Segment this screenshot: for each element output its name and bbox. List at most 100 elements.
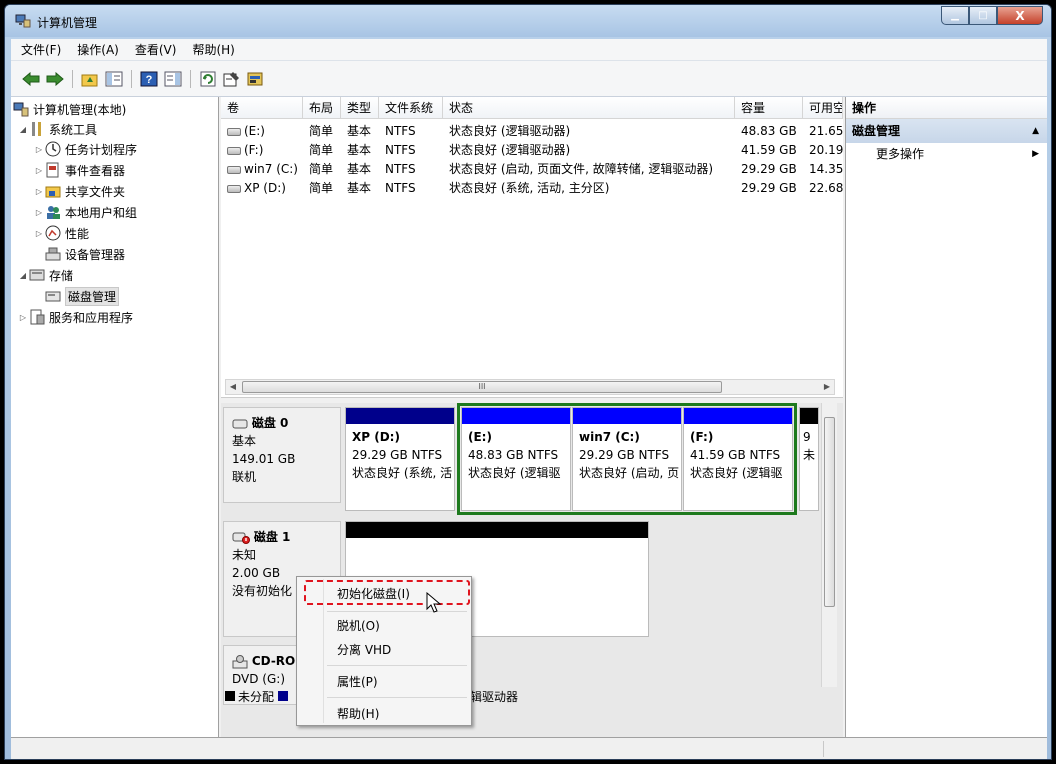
volume-free-space: 14.35: [809, 162, 843, 176]
close-button[interactable]: X: [997, 6, 1043, 25]
disk-settings-button[interactable]: [246, 69, 266, 89]
column-header-free-space[interactable]: 可用空: [803, 97, 843, 118]
column-header-volume[interactable]: 卷: [221, 97, 303, 118]
volume-capacity: 29.29 GB: [741, 162, 797, 176]
tree-item-root[interactable]: 计算机管理(本地): [13, 99, 126, 119]
forward-button[interactable]: [45, 69, 65, 89]
collapsed-arrow-icon[interactable]: ▷: [33, 166, 45, 175]
partition-unallocated[interactable]: 9 未: [799, 407, 819, 511]
window-title: 计算机管理: [37, 16, 98, 30]
scrollbar-thumb[interactable]: III: [242, 381, 722, 393]
unallocated-bar: [346, 522, 648, 538]
tree-item-device-manager[interactable]: 设备管理器: [45, 244, 125, 264]
expanded-arrow-icon[interactable]: ◢: [17, 125, 29, 134]
show-hide-tree-button[interactable]: [104, 69, 124, 89]
tree-item-event-viewer[interactable]: ▷ 事件查看器: [33, 160, 125, 180]
table-row[interactable]: win7 (C:) 简单 基本 NTFS 状态良好 (启动, 页面文件, 故障转…: [221, 160, 843, 179]
minimize-button[interactable]: ▁: [941, 6, 969, 25]
scroll-left-arrow-icon[interactable]: ◀: [226, 380, 240, 394]
tools-icon: [32, 122, 41, 136]
tree-item-services-apps[interactable]: ▷ 服务和应用程序: [17, 307, 133, 327]
show-hide-action-pane-button[interactable]: [163, 69, 183, 89]
tree-label: 服务和应用程序: [49, 310, 134, 325]
column-header-filesystem[interactable]: 文件系统: [379, 97, 443, 118]
back-arrow-icon: [22, 71, 40, 86]
actions-section-disk-management[interactable]: 磁盘管理 ▲: [846, 119, 1047, 143]
collapsed-arrow-icon[interactable]: ▷: [33, 208, 45, 217]
refresh-button[interactable]: [198, 69, 218, 89]
menu-item-detach-vhd[interactable]: 分离 VHD: [337, 641, 391, 658]
collapsed-arrow-icon[interactable]: ▷: [33, 145, 45, 154]
disk-size: 149.01 GB: [232, 452, 296, 466]
tree-item-performance[interactable]: ▷ 性能: [33, 223, 89, 243]
tree-item-local-users[interactable]: ▷ 本地用户和组: [33, 202, 137, 222]
scrollbar-grip: III: [478, 382, 486, 391]
hard-disk-icon: [232, 419, 248, 428]
partition-xp-d[interactable]: XP (D:) 29.29 GB NTFS 状态良好 (系统, 活: [345, 407, 455, 511]
close-icon: X: [1015, 8, 1025, 23]
table-row[interactable]: XP (D:) 简单 基本 NTFS 状态良好 (系统, 活动, 主分区) 29…: [221, 179, 843, 198]
column-header-status[interactable]: 状态: [443, 97, 735, 118]
legend-unallocated: 未分配: [238, 689, 275, 704]
uninitialized-disk-icon: [232, 532, 250, 544]
column-header-capacity[interactable]: 容量: [735, 97, 803, 118]
expanded-arrow-icon[interactable]: ◢: [17, 271, 29, 280]
menu-view[interactable]: 查看(V): [135, 41, 177, 58]
submenu-arrow-icon: ▶: [1032, 149, 1039, 159]
menu-item-help[interactable]: 帮助(H): [337, 705, 379, 722]
table-row[interactable]: (F:) 简单 基本 NTFS 状态良好 (逻辑驱动器) 41.59 GB 20…: [221, 141, 843, 160]
maximize-button[interactable]: □: [969, 6, 997, 25]
status-bar-divider: [823, 741, 824, 757]
volume-name: (E:): [244, 124, 265, 138]
tree-item-task-scheduler[interactable]: ▷ 任务计划程序: [33, 139, 137, 159]
disk-management-icon: [45, 291, 61, 302]
disk-view-vertical-scrollbar[interactable]: [821, 403, 837, 687]
menu-help[interactable]: 帮助(H): [192, 41, 234, 58]
legend-swatch-unallocated: [225, 691, 235, 701]
help-button[interactable]: ?: [139, 69, 159, 89]
disk-0-label[interactable]: 磁盘 0 基本 149.01 GB 联机: [223, 407, 341, 503]
more-actions-item[interactable]: 更多操作 ▶: [846, 143, 1047, 165]
collapsed-arrow-icon[interactable]: ▷: [33, 229, 45, 238]
toolbar: ?: [11, 61, 1047, 97]
menu-item-properties[interactable]: 属性(P): [337, 673, 378, 690]
title-bar[interactable]: 计算机管理 ▁ □ X: [5, 5, 1051, 37]
volume-icon: [227, 165, 241, 174]
services-icon: [30, 309, 45, 325]
disk-type: 未知: [232, 548, 257, 562]
volume-list-horizontal-scrollbar[interactable]: ◀ III ▶: [225, 379, 835, 395]
volume-icon: [227, 146, 241, 155]
disk-type: 基本: [232, 434, 257, 448]
actions-header: 操作: [846, 97, 1047, 119]
partition-status: 未: [803, 448, 816, 462]
tree-label: 性能: [65, 226, 90, 241]
up-level-button[interactable]: [80, 69, 100, 89]
back-button[interactable]: [21, 69, 41, 89]
action-pane-icon: [164, 71, 182, 86]
menu-item-offline[interactable]: 脱机(O): [337, 617, 380, 634]
folder-up-icon: [81, 74, 98, 86]
collapse-up-icon[interactable]: ▲: [1032, 119, 1039, 143]
tree-item-disk-management[interactable]: 磁盘管理: [45, 286, 120, 306]
volume-status: 状态良好 (启动, 页面文件, 故障转储, 逻辑驱动器): [449, 162, 714, 176]
column-header-type[interactable]: 类型: [341, 97, 379, 118]
volume-type: 基本: [347, 181, 372, 195]
column-header-layout[interactable]: 布局: [303, 97, 341, 118]
disk-name: 磁盘 0: [251, 416, 289, 430]
client-area: 文件(F) 操作(A) 查看(V) 帮助(H) ? 计算机管理(本地) ◢ 系统…: [11, 39, 1047, 759]
toolbar-separator: [131, 69, 132, 88]
tree-item-shared-folders[interactable]: ▷ 共享文件夹: [33, 181, 125, 201]
properties-button[interactable]: [222, 69, 242, 89]
tree-item-system-tools[interactable]: ◢ 系统工具: [17, 119, 97, 139]
table-row[interactable]: (E:) 简单 基本 NTFS 状态良好 (逻辑驱动器) 48.83 GB 21…: [221, 122, 843, 141]
menu-file[interactable]: 文件(F): [21, 41, 61, 58]
partition-size: 29.29 GB NTFS: [352, 448, 443, 462]
volume-icon: [227, 184, 241, 193]
menu-action[interactable]: 操作(A): [77, 41, 119, 58]
collapsed-arrow-icon[interactable]: ▷: [33, 187, 45, 196]
tree-item-storage[interactable]: ◢ 存储: [17, 265, 73, 285]
console-tree-icon: [105, 71, 123, 86]
scroll-right-arrow-icon[interactable]: ▶: [820, 380, 834, 394]
collapsed-arrow-icon[interactable]: ▷: [17, 313, 29, 322]
scrollbar-thumb[interactable]: [824, 417, 835, 607]
